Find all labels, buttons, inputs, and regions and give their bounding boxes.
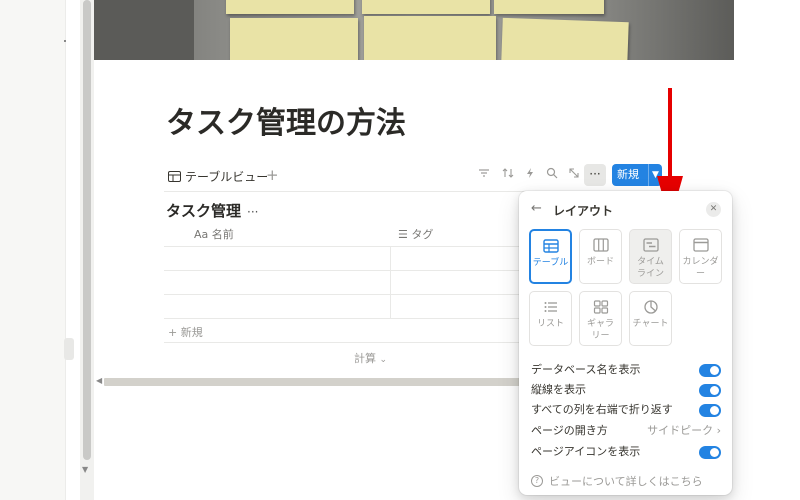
layout-option-label: タイムライン: [636, 257, 664, 279]
setting-wrap-columns[interactable]: すべての列を右端で折り返す: [531, 401, 721, 419]
panel-title: レイアウト: [553, 204, 614, 218]
sticky-note: [362, 0, 490, 14]
new-button-label: 新規: [617, 168, 639, 181]
add-row-button[interactable]: + 新規: [168, 324, 203, 340]
layout-option-calendar[interactable]: カレンダー: [679, 229, 722, 284]
setting-label: 縦線を表示: [531, 383, 586, 396]
column-header-label: タグ: [411, 228, 434, 241]
sticky-note: [501, 17, 629, 60]
list-icon: [544, 302, 557, 312]
tab-table-view[interactable]: テーブルビュー: [168, 168, 268, 185]
calculate-label: 計算: [354, 352, 376, 365]
setting-label: ページアイコンを表示: [531, 445, 641, 458]
column-divider: [390, 246, 391, 318]
sidebar-marker: [64, 40, 66, 42]
sticky-note: [364, 16, 496, 60]
layout-option-table[interactable]: テーブル: [529, 229, 572, 284]
layout-option-label: カレンダー: [682, 257, 719, 279]
layout-option-label: チャート: [632, 319, 669, 329]
more-options-button[interactable]: ···: [584, 164, 606, 186]
database-more-icon[interactable]: ···: [247, 205, 258, 219]
tab-label: テーブルビュー: [185, 170, 269, 184]
setting-label: ページの開き方: [531, 424, 608, 437]
setting-label: データベース名を表示: [531, 363, 641, 376]
page-title[interactable]: タスク管理の方法: [166, 98, 406, 142]
calculate-button[interactable]: 計算 ⌄: [354, 350, 387, 366]
vertical-scroll-thumb[interactable]: [83, 0, 91, 460]
database-title[interactable]: タスク管理 ···: [166, 200, 258, 221]
layout-option-label: ボード: [586, 257, 614, 267]
board-icon: [592, 238, 609, 252]
cover-image: [94, 0, 734, 60]
layout-option-list[interactable]: リスト: [529, 291, 572, 346]
column-header-tag[interactable]: ☰ タグ: [398, 224, 433, 246]
layout-panel: ← レイアウト ✕ テーブル ボード タイムライン カレンダー リスト ギャラリ…: [519, 191, 732, 495]
setting-show-database-title[interactable]: データベース名を表示: [531, 361, 721, 379]
sidebar-handle[interactable]: [64, 338, 74, 360]
annotation-arrow-shaft: [668, 88, 672, 178]
layout-option-board[interactable]: ボード: [579, 229, 622, 284]
toggle-switch[interactable]: [699, 384, 721, 397]
horizontal-scrollbar[interactable]: [104, 378, 524, 386]
help-icon: ?: [531, 475, 543, 487]
toggle-switch[interactable]: [699, 364, 721, 377]
search-icon[interactable]: [546, 167, 558, 179]
layout-option-label: リスト: [536, 319, 564, 329]
layout-option-chart[interactable]: チャート: [629, 291, 672, 346]
setting-open-pages-in[interactable]: ページの開き方 サイドピーク ›: [531, 422, 721, 440]
vertical-scrollbar[interactable]: ▼: [80, 0, 94, 500]
learn-more-link[interactable]: ? ビューについて詳しくはこちら: [531, 473, 703, 489]
calendar-icon: [692, 238, 709, 252]
row-divider: [164, 318, 524, 319]
row-divider: [164, 270, 524, 271]
learn-more-text: ビューについて詳しくはこちら: [549, 475, 703, 488]
new-button[interactable]: 新規 ▼: [612, 164, 662, 186]
row-divider: [164, 246, 524, 247]
layout-option-gallery[interactable]: ギャラリー: [579, 291, 622, 346]
sidebar: [0, 0, 66, 500]
timeline-icon: [642, 238, 659, 252]
sticky-note: [230, 18, 358, 60]
table-icon: [542, 239, 559, 253]
cover-shadow: [94, 0, 194, 60]
expand-icon[interactable]: [568, 167, 580, 179]
column-header-name[interactable]: Aa 名前: [194, 224, 234, 246]
setting-show-vertical-lines[interactable]: 縦線を表示: [531, 381, 721, 399]
sticky-note: [494, 0, 604, 14]
sort-icon[interactable]: [502, 167, 514, 179]
setting-value-text: サイドピーク: [647, 424, 714, 437]
close-icon[interactable]: ✕: [706, 202, 721, 217]
setting-label: すべての列を右端で折り返す: [531, 403, 673, 416]
layout-option-label: ギャラリー: [586, 319, 614, 341]
scroll-down-icon[interactable]: ▼: [82, 465, 88, 474]
gallery-icon: [593, 300, 608, 314]
row-divider: [164, 342, 524, 343]
toggle-switch[interactable]: [699, 404, 721, 417]
chevron-right-icon: ›: [716, 424, 721, 437]
chart-icon: [643, 300, 658, 314]
layout-option-timeline[interactable]: タイムライン: [629, 229, 672, 284]
add-view-button[interactable]: +: [266, 166, 279, 184]
automation-icon[interactable]: [524, 167, 536, 179]
sticky-note: [226, 0, 354, 14]
column-header-label: 名前: [211, 228, 234, 241]
scroll-left-icon[interactable]: ◀: [96, 376, 102, 385]
view-bar: テーブルビュー + ··· 新規 ▼: [164, 164, 664, 192]
setting-show-page-icon[interactable]: ページアイコンを表示: [531, 443, 721, 461]
chevron-down-icon: ⌄: [379, 355, 388, 365]
toggle-switch[interactable]: [699, 446, 721, 459]
multiselect-property-icon: ☰: [398, 228, 408, 241]
back-arrow-icon[interactable]: ←: [531, 201, 542, 216]
text-property-icon: Aa: [194, 228, 209, 241]
database-title-text: タスク管理: [166, 202, 242, 220]
table-icon: [168, 171, 181, 182]
setting-value[interactable]: サイドピーク ›: [647, 422, 721, 440]
layout-option-label: テーブル: [532, 258, 569, 268]
row-divider: [164, 294, 524, 295]
filter-icon[interactable]: [478, 167, 490, 179]
